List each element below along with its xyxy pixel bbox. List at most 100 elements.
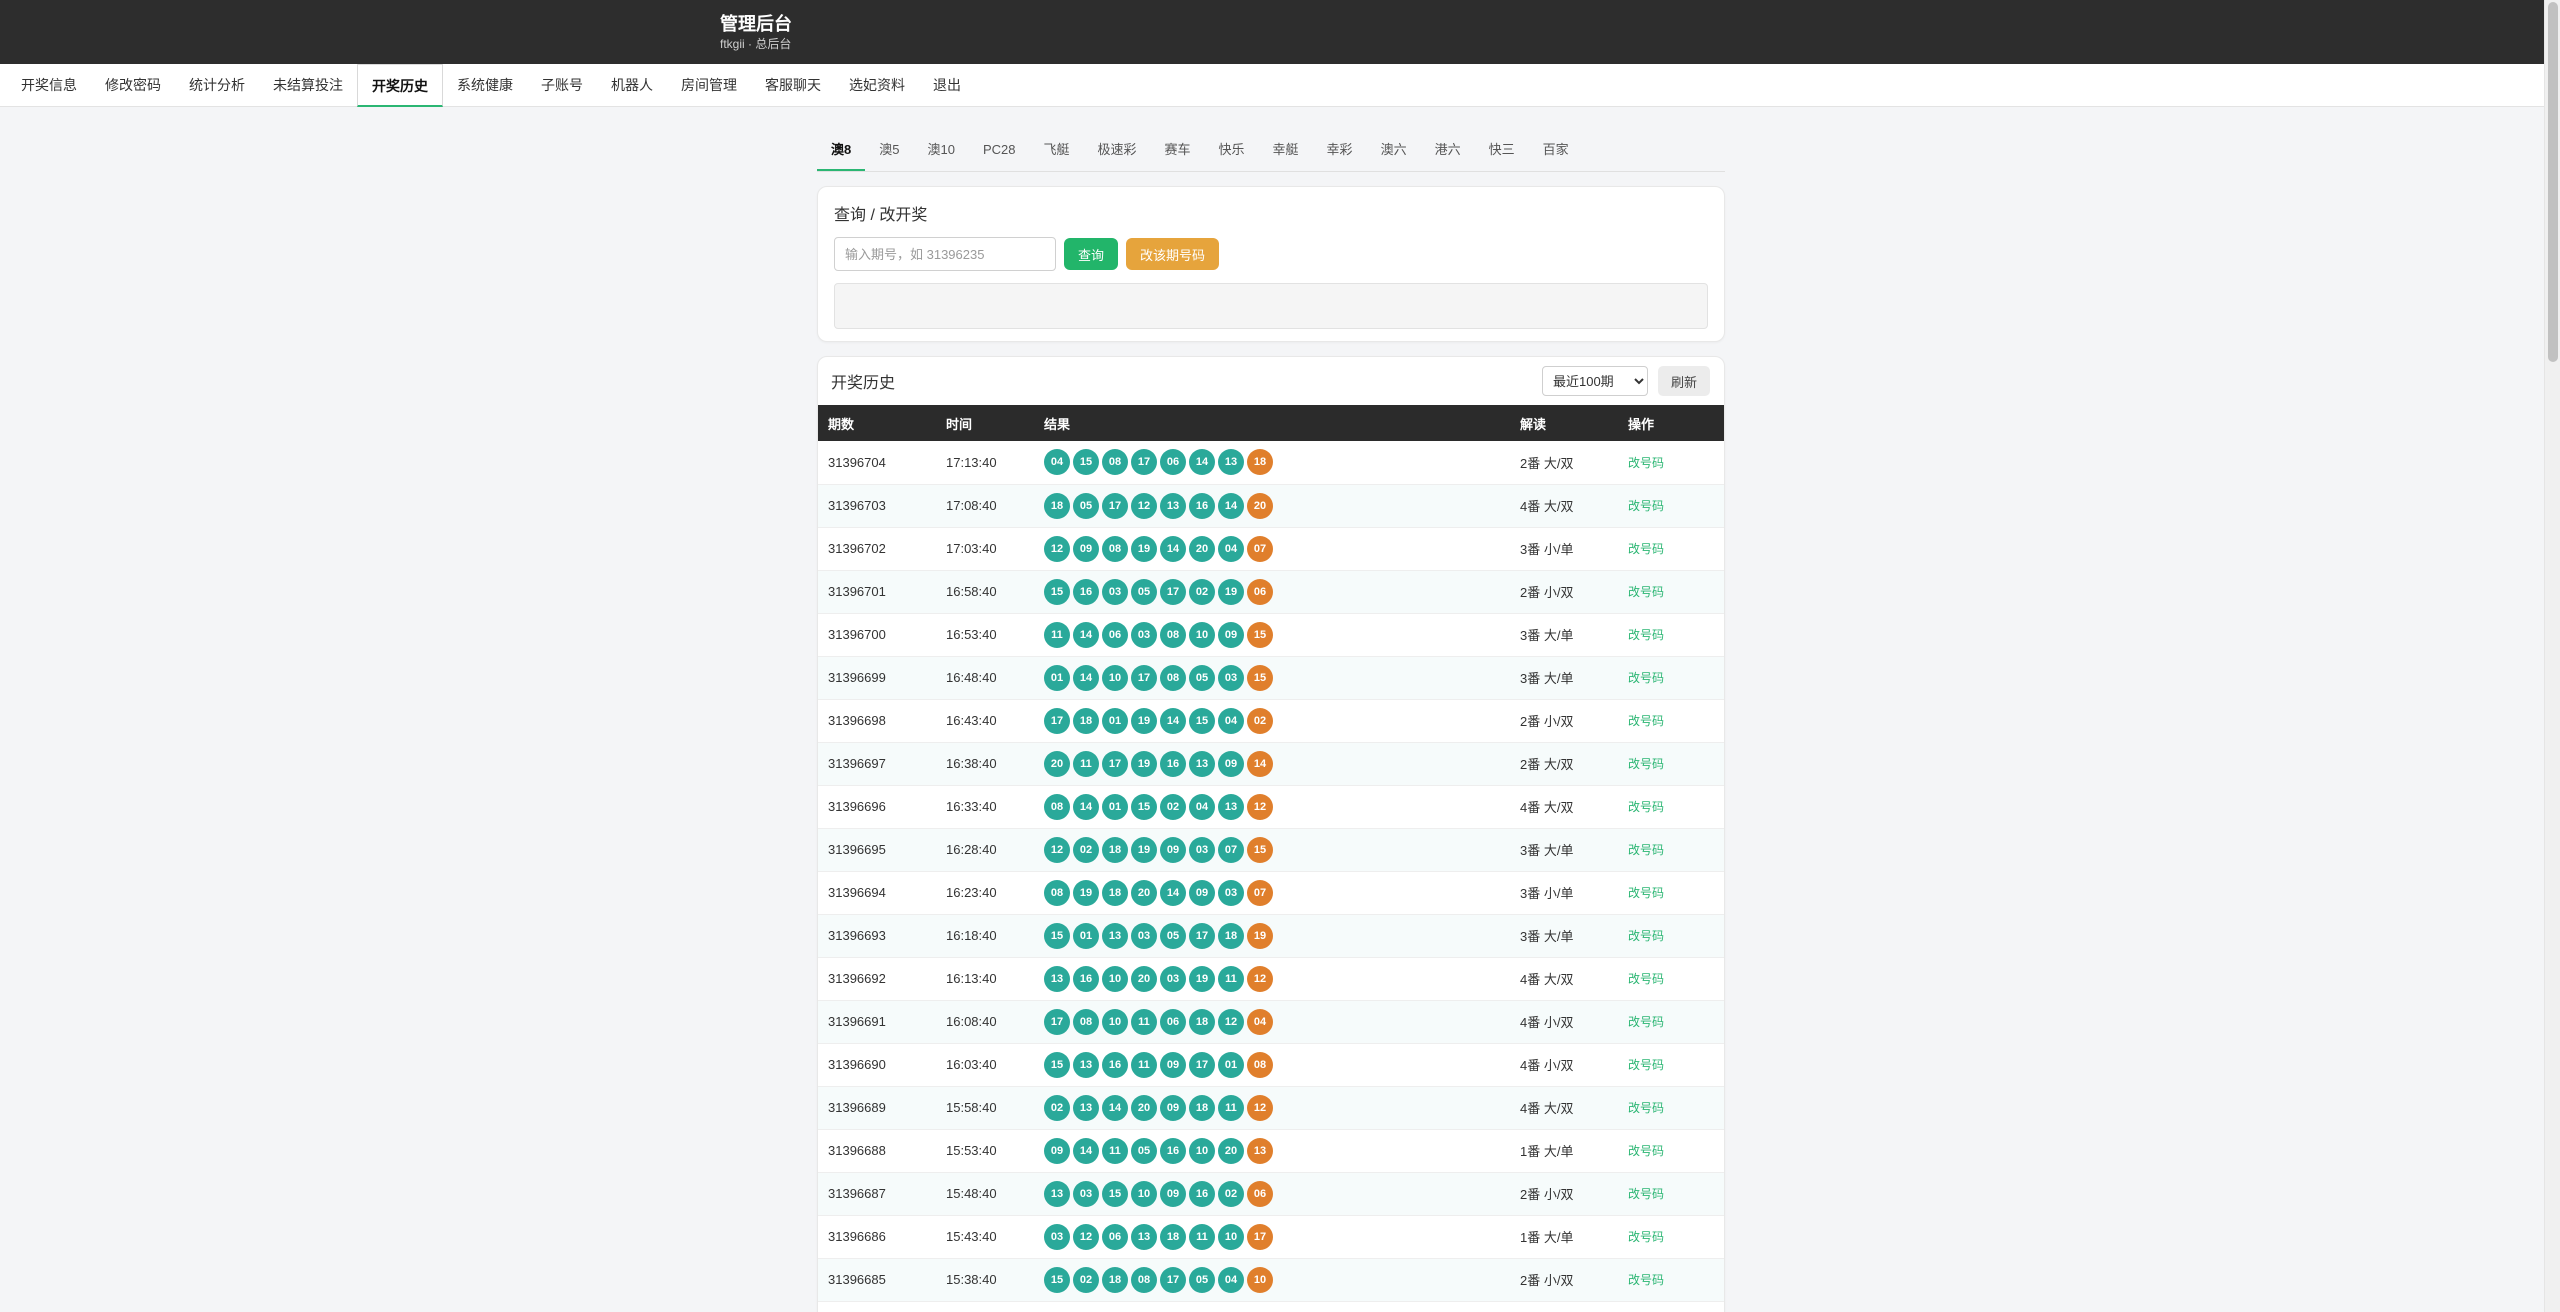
table-row: 31396689 15:58:40 02 13 14 20 09 18 11 12 4番 大/双 改号… — [818, 1086, 1724, 1130]
game-tab[interactable]: 港六 — [1421, 130, 1475, 171]
game-tab[interactable]: 极速彩 — [1083, 130, 1150, 171]
edit-numbers-link[interactable]: 改号码 — [1628, 1144, 1664, 1158]
result-ball: 06 — [1160, 1008, 1186, 1035]
nav-item[interactable]: 开奖历史 — [357, 64, 443, 107]
result-ball: 18 — [1044, 492, 1070, 519]
edit-numbers-link[interactable]: 改号码 — [1628, 843, 1664, 857]
edit-numbers-link[interactable]: 改号码 — [1628, 456, 1664, 470]
result-ball: 20 — [1044, 750, 1070, 777]
result-cell: 11 14 06 03 08 10 09 15 — [1034, 613, 1510, 657]
nav-item[interactable]: 开奖信息 — [7, 64, 91, 107]
edit-numbers-link[interactable]: 改号码 — [1628, 1187, 1664, 1201]
refresh-button[interactable]: 刷新 — [1657, 366, 1710, 396]
game-tab[interactable]: 澳10 — [913, 130, 968, 171]
page-scrollbar[interactable] — [2544, 0, 2560, 1312]
edit-numbers-link[interactable]: 改号码 — [1628, 1101, 1664, 1115]
reading-cell: 1番 大/单 — [1510, 1215, 1618, 1259]
nav-item[interactable]: 子账号 — [527, 64, 597, 107]
result-ball: 14 — [1073, 793, 1099, 820]
nav-item[interactable]: 统计分析 — [175, 64, 259, 107]
game-tab[interactable]: PC28 — [969, 130, 1030, 171]
result-ball: 07 — [1247, 535, 1273, 562]
table-row: 31396695 16:28:40 12 02 18 19 09 03 07 15 3番 大/单 改号… — [818, 828, 1724, 872]
result-ball: 18 — [1218, 922, 1244, 949]
edit-numbers-link[interactable]: 改号码 — [1628, 757, 1664, 771]
game-tab[interactable]: 赛车 — [1151, 130, 1205, 171]
period-cell: 31396686 — [818, 1215, 936, 1259]
action-cell: 改号码 — [1618, 656, 1724, 700]
nav-item[interactable]: 退出 — [919, 64, 975, 107]
game-tabs: 澳8 澳5 澳10 PC28 飞艇 极速彩 赛车 快乐 幸艇 幸彩 澳六 港六 快三 百家 — [817, 130, 1725, 172]
game-tab[interactable]: 飞艇 — [1029, 130, 1083, 171]
result-ball: 06 — [1247, 1180, 1273, 1207]
edit-numbers-link[interactable]: 改号码 — [1628, 800, 1664, 814]
result-cell: 09 14 11 05 16 10 20 13 — [1034, 1129, 1510, 1173]
edit-numbers-link[interactable]: 改号码 — [1628, 1015, 1664, 1029]
result-ball: 10 — [1247, 1266, 1273, 1293]
result-ball: 08 — [1102, 535, 1128, 562]
result-ball: 15 — [1044, 578, 1070, 605]
action-cell: 改号码 — [1618, 914, 1724, 958]
edit-numbers-link[interactable]: 改号码 — [1628, 1273, 1664, 1287]
result-ball: 17 — [1102, 492, 1128, 519]
nav-item[interactable]: 系统健康 — [443, 64, 527, 107]
edit-numbers-link[interactable]: 改号码 — [1628, 1230, 1664, 1244]
time-cell: 16:03:40 — [936, 1043, 1034, 1087]
nav-item[interactable]: 修改密码 — [91, 64, 175, 107]
result-ball: 01 — [1044, 664, 1070, 691]
nav-item[interactable]: 房间管理 — [667, 64, 751, 107]
action-cell: 改号码 — [1618, 828, 1724, 872]
edit-numbers-link[interactable]: 改号码 — [1628, 1058, 1664, 1072]
result-ball: 20 — [1218, 1137, 1244, 1164]
game-tab[interactable]: 澳5 — [865, 130, 913, 171]
scrollbar-thumb[interactable] — [2548, 2, 2558, 362]
edit-numbers-link[interactable]: 改号码 — [1628, 972, 1664, 986]
query-button[interactable]: 查询 — [1064, 238, 1119, 270]
game-tab[interactable]: 快乐 — [1205, 130, 1259, 171]
result-ball: 08 — [1160, 621, 1186, 648]
result-ball: 03 — [1102, 578, 1128, 605]
result-ball: 16 — [1189, 492, 1215, 519]
reading-cell: 2番 小/双 — [1510, 1258, 1618, 1302]
edit-numbers-link[interactable]: 改号码 — [1628, 585, 1664, 599]
game-tab[interactable]: 百家 — [1529, 130, 1583, 171]
table-row: 31396693 16:18:40 15 01 13 03 05 17 18 19 3番 大/单 改号… — [818, 914, 1724, 958]
game-tab[interactable]: 快三 — [1475, 130, 1529, 171]
result-balls: 15 01 13 03 05 17 18 19 — [1044, 922, 1510, 949]
edit-numbers-link[interactable]: 改号码 — [1628, 929, 1664, 943]
period-input[interactable] — [834, 237, 1056, 271]
change-numbers-button[interactable]: 改该期号码 — [1126, 238, 1220, 270]
result-ball: 08 — [1044, 793, 1070, 820]
time-cell: 16:48:40 — [936, 656, 1034, 700]
period-cell: 31396703 — [818, 484, 936, 528]
game-tab[interactable]: 幸艇 — [1259, 130, 1313, 171]
edit-numbers-link[interactable]: 改号码 — [1628, 886, 1664, 900]
result-ball: 12 — [1131, 492, 1157, 519]
result-balls: 17 08 10 11 06 18 12 04 — [1044, 1008, 1510, 1035]
game-tab[interactable]: 幸彩 — [1313, 130, 1367, 171]
edit-numbers-link[interactable]: 改号码 — [1628, 714, 1664, 728]
nav-item[interactable]: 客服聊天 — [751, 64, 835, 107]
action-cell: 改号码 — [1618, 570, 1724, 614]
edit-numbers-link[interactable]: 改号码 — [1628, 542, 1664, 556]
edit-numbers-link[interactable]: 改号码 — [1628, 499, 1664, 513]
result-ball: 17 — [1189, 922, 1215, 949]
nav-item[interactable]: 选妃资料 — [835, 64, 919, 107]
period-cell: 31396690 — [818, 1043, 936, 1087]
result-ball: 09 — [1160, 1051, 1186, 1078]
table-row: 31396688 15:53:40 09 14 11 05 16 10 20 13 1番 大/单 改号… — [818, 1129, 1724, 1173]
edit-numbers-link[interactable]: 改号码 — [1628, 671, 1664, 685]
period-range-select[interactable]: 最近100期 — [1541, 366, 1648, 396]
nav-item[interactable]: 机器人 — [597, 64, 667, 107]
edit-numbers-link[interactable]: 改号码 — [1628, 628, 1664, 642]
result-cell: 04 15 08 17 06 14 13 18 — [1034, 441, 1510, 485]
result-ball: 19 — [1131, 836, 1157, 863]
result-ball: 17 — [1102, 750, 1128, 777]
result-ball: 18 — [1189, 1094, 1215, 1121]
result-ball: 08 — [1247, 1051, 1273, 1078]
game-tab[interactable]: 澳8 — [817, 130, 866, 171]
nav-item[interactable]: 未结算投注 — [259, 64, 357, 107]
result-cell: 15 16 03 05 17 02 19 06 — [1034, 570, 1510, 614]
result-ball: 13 — [1131, 1223, 1157, 1250]
game-tab[interactable]: 澳六 — [1367, 130, 1421, 171]
